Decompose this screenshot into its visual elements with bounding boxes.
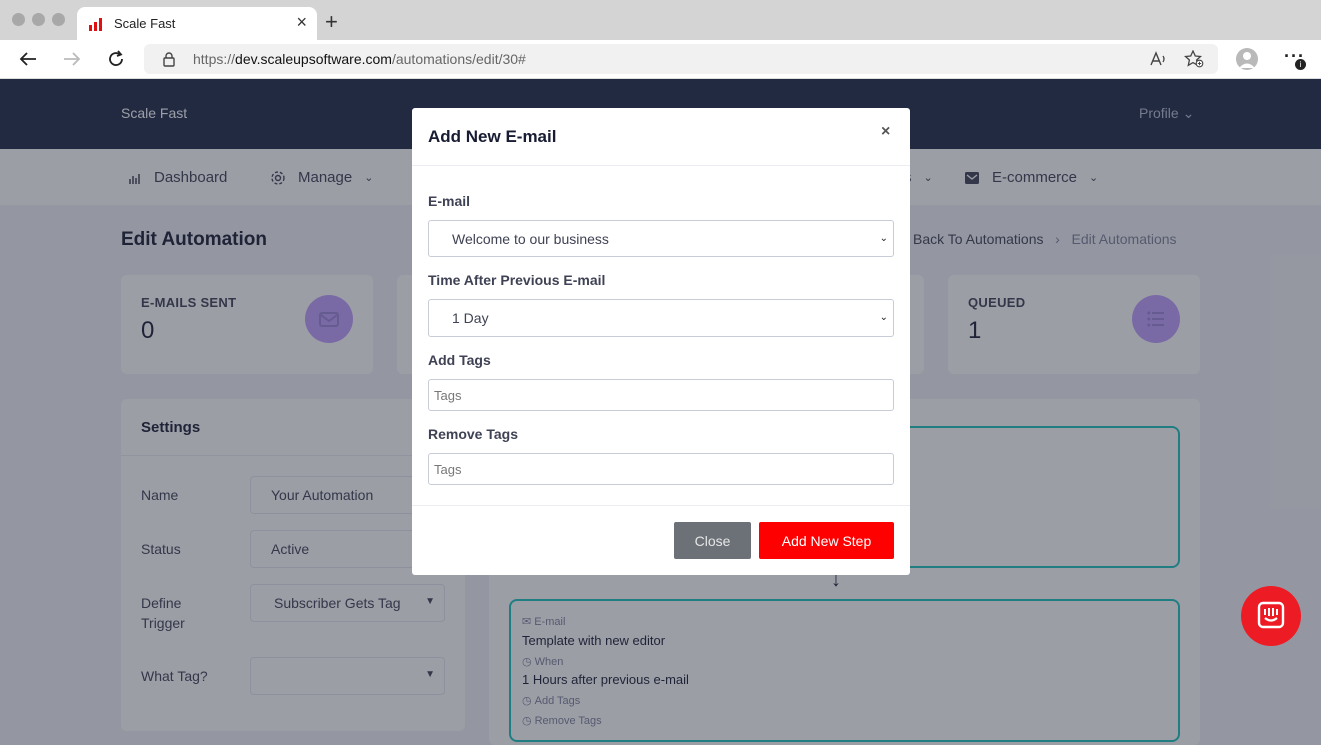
close-button[interactable]: Close bbox=[674, 522, 751, 559]
browser-toolbar: https://dev.scaleupsoftware.com/automati… bbox=[0, 40, 1321, 79]
browser-profile-avatar[interactable] bbox=[1236, 48, 1258, 70]
email-label: E-mail bbox=[428, 193, 471, 209]
bar-chart-favicon-icon bbox=[89, 18, 102, 31]
chat-bubble-icon bbox=[1257, 601, 1285, 629]
back-icon[interactable] bbox=[16, 48, 40, 70]
time-select-value: 1 Day bbox=[452, 310, 489, 326]
add-tags-input[interactable]: Tags bbox=[428, 379, 894, 411]
email-select-value: Welcome to our business bbox=[452, 231, 609, 247]
add-tags-label: Add Tags bbox=[428, 352, 491, 368]
time-label: Time After Previous E-mail bbox=[428, 272, 606, 288]
modal-title: Add New E-mail bbox=[428, 127, 557, 146]
favorites-star-icon[interactable] bbox=[1184, 50, 1204, 68]
url-text: https://dev.scaleupsoftware.com/automati… bbox=[193, 51, 526, 67]
email-select[interactable]: Welcome to our business ⌄ bbox=[428, 220, 894, 257]
info-badge-icon: i bbox=[1295, 59, 1306, 70]
chevron-down-icon: ⌄ bbox=[879, 233, 888, 244]
lock-icon bbox=[163, 52, 175, 67]
window-minimize-dot[interactable] bbox=[32, 13, 45, 26]
remove-tags-label: Remove Tags bbox=[428, 426, 518, 442]
tab-title: Scale Fast bbox=[114, 16, 176, 31]
read-aloud-icon[interactable] bbox=[1149, 50, 1167, 68]
modal-header: Add New E-mail × bbox=[412, 108, 910, 166]
add-new-step-button[interactable]: Add New Step bbox=[759, 522, 894, 559]
chat-launcher-button[interactable] bbox=[1241, 586, 1301, 646]
tab-close-icon[interactable]: × bbox=[296, 13, 307, 31]
close-icon[interactable]: × bbox=[881, 123, 890, 141]
reload-icon[interactable] bbox=[104, 48, 128, 70]
forward-icon[interactable] bbox=[60, 48, 84, 70]
browser-tab[interactable]: Scale Fast × bbox=[77, 7, 317, 40]
address-bar[interactable]: https://dev.scaleupsoftware.com/automati… bbox=[144, 44, 1218, 74]
time-select[interactable]: 1 Day ⌄ bbox=[428, 299, 894, 337]
window-zoom-dot[interactable] bbox=[52, 13, 65, 26]
new-tab-icon[interactable]: + bbox=[325, 11, 338, 33]
window-close-dot[interactable] bbox=[12, 13, 25, 26]
remove-tags-input[interactable]: Tags bbox=[428, 453, 894, 485]
add-email-modal: Add New E-mail × E-mail Welcome to our b… bbox=[412, 108, 910, 575]
modal-footer: Close Add New Step bbox=[412, 505, 910, 575]
browser-titlebar: Scale Fast × + bbox=[0, 0, 1321, 40]
chevron-down-icon: ⌄ bbox=[879, 312, 888, 323]
